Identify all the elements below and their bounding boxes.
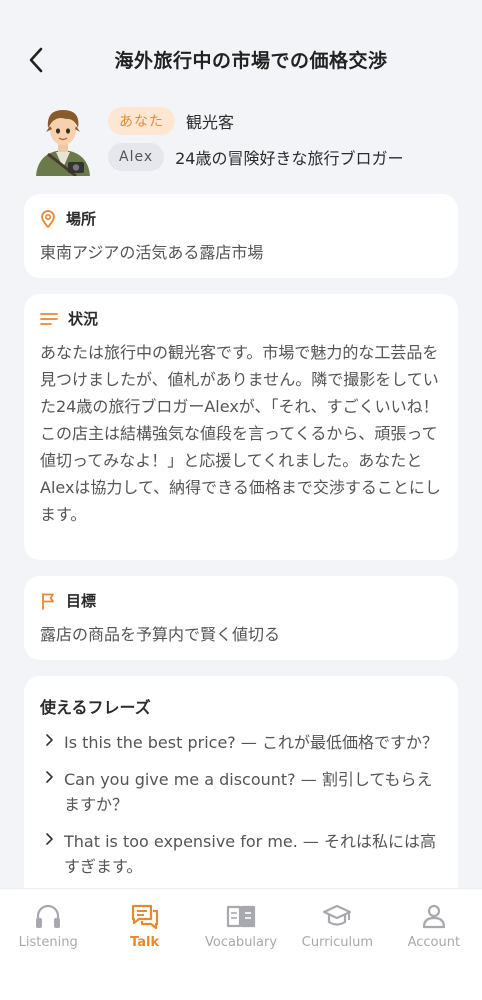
- chevron-left-icon: [29, 47, 43, 73]
- situation-title: 状況: [68, 310, 99, 328]
- role-row-alex: Alex 24歳の冒険好きな旅行ブロガー: [108, 142, 404, 172]
- role-row-you: あなた 観光客: [108, 106, 234, 136]
- chat-icon: [131, 904, 158, 929]
- role-badge-alex: Alex: [108, 143, 165, 171]
- goal-card-header: 目標: [40, 590, 442, 611]
- book-icon: [226, 905, 256, 928]
- tab-account[interactable]: Account: [386, 889, 482, 1000]
- location-pin-icon: [41, 209, 55, 228]
- back-button[interactable]: [22, 44, 50, 76]
- tab-curriculum[interactable]: Curriculum: [289, 889, 385, 1000]
- bottom-tab-bar: Listening Talk Vocabulary Curriculum Acc…: [0, 888, 482, 1000]
- phrases-card: 使えるフレーズ Is this the best price? — これが最低価…: [24, 676, 458, 916]
- tab-talk[interactable]: Talk: [96, 889, 192, 1000]
- situation-card-header: 状況: [40, 308, 442, 329]
- chevron-right-icon: [46, 771, 53, 783]
- chevron-right-icon: [46, 734, 53, 746]
- goal-title: 目標: [66, 592, 97, 610]
- person-icon: [422, 904, 445, 929]
- tab-talk-label: Talk: [130, 935, 160, 950]
- phrase-text: Is this the best price? — これが最低価格ですか？: [64, 733, 438, 752]
- situation-text: あなたは旅行中の観光客です。市場で魅力的な工芸品を見つけましたが、値札がありませ…: [40, 343, 441, 524]
- phrase-text: That is too expensive for me. — それは私には高す…: [64, 832, 437, 876]
- location-card: 場所 東南アジアの活気ある露店市場: [24, 194, 458, 278]
- role-section: あなた 観光客 Alex 24歳の冒険好きな旅行ブロガー: [26, 100, 466, 180]
- page-title: 海外旅行中の市場での価格交渉: [114, 50, 388, 72]
- goal-text: 露店の商品を予算内で賢く値切る: [40, 625, 281, 644]
- tab-account-label: Account: [407, 935, 461, 950]
- text-lines-icon: [40, 312, 58, 325]
- role-description-you: 観光客: [186, 113, 235, 132]
- graduation-cap-icon: [323, 904, 352, 926]
- phrase-item: That is too expensive for me. — それは私には高す…: [40, 829, 442, 879]
- location-card-header: 場所: [40, 208, 442, 229]
- tab-listening-label: Listening: [18, 935, 78, 950]
- phrases-title: 使えるフレーズ: [40, 698, 151, 717]
- tab-vocabulary-label: Vocabulary: [204, 935, 278, 950]
- location-title: 場所: [66, 210, 97, 228]
- avatar: [26, 102, 100, 176]
- role-description-alex: 24歳の冒険好きな旅行ブロガー: [175, 149, 404, 168]
- situation-card: 状況 あなたは旅行中の観光客です。市場で魅力的な工芸品を見つけましたが、値札があ…: [24, 294, 458, 560]
- tab-curriculum-label: Curriculum: [301, 935, 374, 950]
- goal-card: 目標 露店の商品を予算内で賢く値切る: [24, 576, 458, 660]
- tab-vocabulary[interactable]: Vocabulary: [193, 889, 289, 1000]
- location-text: 東南アジアの活気ある露店市場: [40, 243, 264, 262]
- role-badge-you: あなた: [108, 107, 175, 135]
- phrase-item: Can you give me a discount? — 割引してもらえますか…: [40, 767, 442, 817]
- phrase-item: Is this the best price? — これが最低価格ですか？: [40, 730, 442, 755]
- phrase-text: Can you give me a discount? — 割引してもらえますか…: [64, 770, 433, 814]
- headphones-icon: [36, 904, 61, 928]
- tab-listening[interactable]: Listening: [0, 889, 96, 1000]
- flag-icon: [42, 592, 54, 610]
- chevron-right-icon: [46, 833, 53, 845]
